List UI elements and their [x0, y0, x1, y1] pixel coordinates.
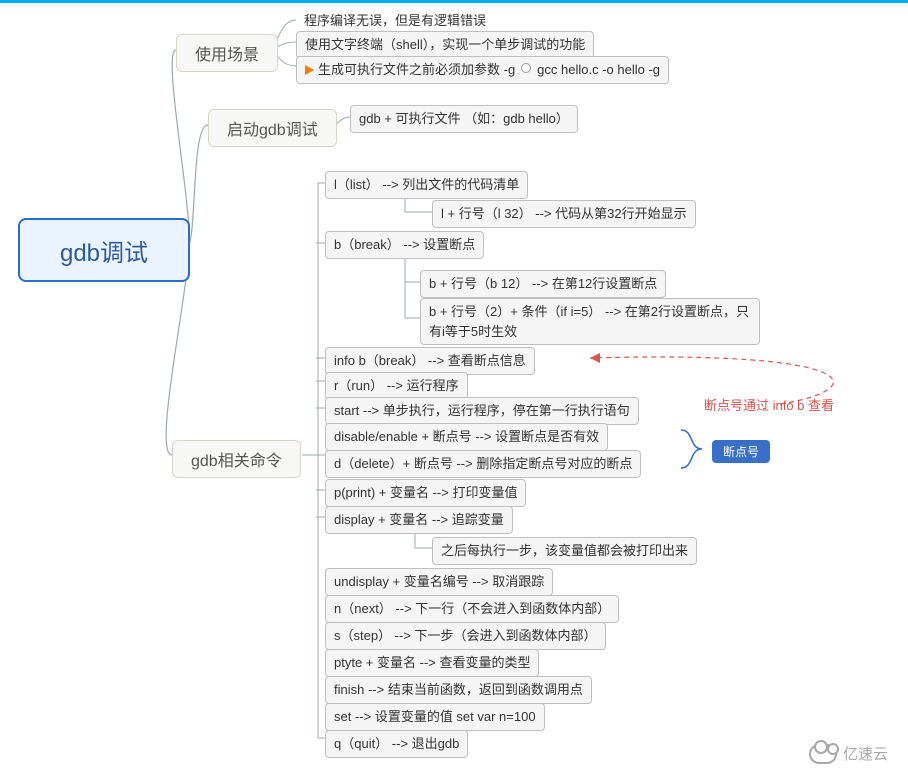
- node-text: start --> 单步执行，运行程序，停在第一行执行语句: [334, 403, 630, 418]
- branch-usage-scenario[interactable]: 使用场景: [176, 34, 278, 72]
- node-text: q（quit） --> 退出gdb: [334, 736, 459, 751]
- node-r-run[interactable]: r（run） --> 运行程序: [325, 372, 468, 400]
- node-text: display + 变量名 --> 追踪变量: [334, 512, 504, 527]
- node-b-cond[interactable]: b + 行号（2）+ 条件（if i=5） --> 在第2行设置断点，只有i等于…: [420, 298, 760, 345]
- node-text: 之后每执行一步，该变量值都会被打印出来: [441, 543, 688, 558]
- branch-label: gdb相关命令: [191, 453, 282, 470]
- node-b-line[interactable]: b + 行号（b 12） --> 在第12行设置断点: [420, 270, 666, 298]
- node-text: l（list） --> 列出文件的代码清单: [334, 177, 519, 192]
- node-text: s（step） --> 下一步（会进入到函数体内部）: [334, 628, 597, 643]
- node-s-step[interactable]: s（step） --> 下一步（会进入到函数体内部）: [325, 622, 606, 650]
- branch-start-gdb[interactable]: 启动gdb调试: [208, 109, 337, 147]
- node-d-delete[interactable]: d（delete）+ 断点号 --> 删除指定断点号对应的断点: [325, 450, 641, 478]
- node-q-quit[interactable]: q（quit） --> 退出gdb: [325, 730, 468, 758]
- node-text: 使用文字终端（shell），实现一个单步调试的功能: [305, 37, 585, 52]
- node-text: finish --> 结束当前函数，返回到函数调用点: [334, 682, 583, 697]
- watermark: 亿速云: [809, 743, 888, 764]
- node-text: p(print) + 变量名 --> 打印变量值: [334, 485, 517, 500]
- node-p-print[interactable]: p(print) + 变量名 --> 打印变量值: [325, 479, 526, 507]
- node-start[interactable]: start --> 单步执行，运行程序，停在第一行执行语句: [325, 397, 639, 425]
- node-text: n（next） --> 下一行（不会进入到函数体内部）: [334, 601, 610, 616]
- tag-text: 断点号: [723, 445, 759, 459]
- node-info-b[interactable]: info b（break） --> 查看断点信息: [325, 347, 535, 375]
- node-text: ptyte + 变量名 --> 查看变量的类型: [334, 655, 530, 670]
- watermark-text: 亿速云: [843, 743, 888, 764]
- root-label: gdb调试: [60, 233, 148, 268]
- separator-dot-icon: [521, 63, 531, 73]
- node-text: b + 行号（b 12） --> 在第12行设置断点: [429, 276, 657, 291]
- node-text: disable/enable + 断点号 --> 设置断点是否有效: [334, 429, 599, 444]
- node-set[interactable]: set --> 设置变量的值 set var n=100: [325, 703, 545, 731]
- branch-label: 使用场景: [195, 47, 259, 64]
- note-text: 断点号通过 info b 查看: [704, 398, 834, 413]
- node-text: r（run） --> 运行程序: [334, 378, 459, 393]
- node-undisplay[interactable]: undisplay + 变量名编号 --> 取消跟踪: [325, 568, 553, 596]
- node-text: info b（break） --> 查看断点信息: [334, 353, 526, 368]
- node-text: 程序编译无误，但是有逻辑错误: [304, 13, 486, 28]
- node-text: b（break） --> 设置断点: [334, 237, 475, 252]
- tag-breakpoint-number[interactable]: 断点号: [712, 440, 770, 463]
- node-start-gdb-1[interactable]: gdb + 可执行文件 （如：gdb hello）: [350, 105, 578, 133]
- node-scenario-3[interactable]: 生成可执行文件之前必须加参数 -g gcc hello.c -o hello -g: [296, 56, 669, 84]
- node-l-line[interactable]: l + 行号（l 32） --> 代码从第32行开始显示: [432, 200, 696, 228]
- cloud-icon: [809, 744, 837, 764]
- node-finish[interactable]: finish --> 结束当前函数，返回到函数调用点: [325, 676, 592, 704]
- node-n-next[interactable]: n（next） --> 下一行（不会进入到函数体内部）: [325, 595, 619, 623]
- node-text: gdb + 可执行文件 （如：gdb hello）: [359, 111, 569, 126]
- branch-gdb-commands[interactable]: gdb相关命令: [172, 440, 301, 478]
- node-text: b + 行号（2）+ 条件（if i=5） --> 在第2行设置断点，只有i等于…: [429, 304, 749, 339]
- node-text: gcc hello.c -o hello -g: [537, 62, 660, 77]
- node-display-sub[interactable]: 之后每执行一步，该变量值都会被打印出来: [432, 537, 697, 565]
- node-display[interactable]: display + 变量名 --> 追踪变量: [325, 506, 513, 534]
- node-b-break[interactable]: b（break） --> 设置断点: [325, 231, 484, 259]
- node-text: d（delete）+ 断点号 --> 删除指定断点号对应的断点: [334, 456, 632, 471]
- root-node[interactable]: gdb调试: [18, 218, 190, 282]
- node-text: l + 行号（l 32） --> 代码从第32行开始显示: [441, 206, 687, 221]
- node-disable-enable[interactable]: disable/enable + 断点号 --> 设置断点是否有效: [325, 423, 608, 451]
- node-text: 生成可执行文件之前必须加参数 -g: [318, 62, 515, 77]
- flag-icon: [305, 65, 314, 75]
- node-ptype[interactable]: ptyte + 变量名 --> 查看变量的类型: [325, 649, 539, 677]
- node-scenario-2[interactable]: 使用文字终端（shell），实现一个单步调试的功能: [296, 31, 594, 59]
- note-breakpoint-source: 断点号通过 info b 查看: [704, 395, 834, 414]
- node-l-list[interactable]: l（list） --> 列出文件的代码清单: [325, 171, 528, 199]
- node-scenario-1[interactable]: 程序编译无误，但是有逻辑错误: [296, 8, 494, 34]
- node-text: undisplay + 变量名编号 --> 取消跟踪: [334, 574, 544, 589]
- top-accent-bar: [0, 0, 908, 3]
- node-text: set --> 设置变量的值 set var n=100: [334, 709, 536, 724]
- branch-label: 启动gdb调试: [227, 122, 318, 139]
